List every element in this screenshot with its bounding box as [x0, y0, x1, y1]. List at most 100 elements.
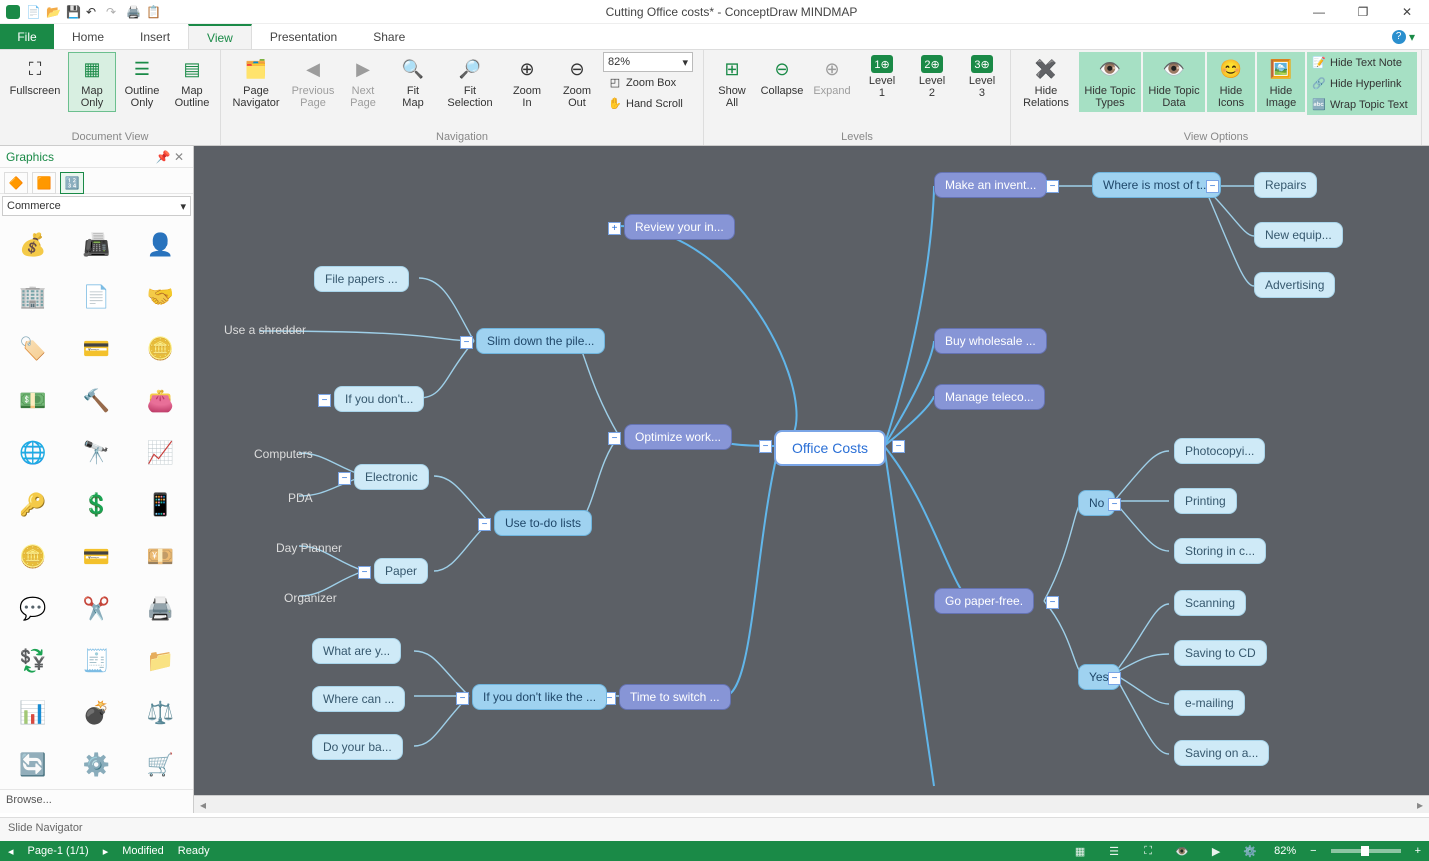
prev-page-icon[interactable]: ◂ [8, 845, 14, 858]
graphics-item[interactable]: 🖨️ [131, 586, 189, 632]
topic-scanning[interactable]: Scanning [1174, 590, 1246, 616]
hide-topic-types-button[interactable]: 👁️Hide Topic Types [1079, 52, 1141, 112]
horizontal-scrollbar[interactable]: ◂▸ [194, 795, 1429, 813]
topic-slim_down[interactable]: Slim down the pile... [476, 328, 605, 354]
toggle-icon[interactable]: − [1108, 498, 1121, 511]
topic-optimize[interactable]: Optimize work... [624, 424, 732, 450]
status-icon[interactable]: ▦ [1070, 845, 1090, 858]
graphics-item[interactable]: 💲 [68, 482, 126, 528]
topic-new_equip[interactable]: New equip... [1254, 222, 1343, 248]
zoom-box-button[interactable]: ◰Zoom Box [603, 72, 699, 93]
toggle-icon[interactable]: − [460, 336, 473, 349]
graphics-item[interactable]: ✂️ [68, 586, 126, 632]
graphics-item[interactable]: 💣 [68, 690, 126, 736]
graphics-item[interactable]: 👛 [131, 378, 189, 424]
paste-icon[interactable]: 📋 [146, 5, 160, 19]
topic-emailing[interactable]: e-mailing [1174, 690, 1245, 716]
graphics-item[interactable]: 💳 [68, 326, 126, 372]
topic-manage_teleco[interactable]: Manage teleco... [934, 384, 1045, 410]
tab-insert[interactable]: Insert [122, 24, 188, 49]
graphics-item[interactable]: 🏢 [4, 274, 62, 320]
topic-printing[interactable]: Printing [1174, 488, 1237, 514]
page-navigator-button[interactable]: 🗂️Page Navigator [225, 52, 287, 112]
topic-advertising[interactable]: Advertising [1254, 272, 1335, 298]
slide-navigator-bar[interactable]: Slide Navigator [0, 817, 1429, 841]
toggle-icon[interactable]: − [759, 440, 772, 453]
level1-button[interactable]: 1⊕Level 1 [858, 52, 906, 102]
fullscreen-button[interactable]: ⛶Fullscreen [4, 52, 66, 100]
graphics-item[interactable]: 🌐 [4, 430, 62, 476]
graphics-item[interactable]: 📠 [68, 222, 126, 268]
open-icon[interactable]: 📂 [46, 5, 60, 19]
topic-what_are[interactable]: What are y... [312, 638, 401, 664]
hide-hyperlink-button[interactable]: 🔗Hide Hyperlink [1307, 73, 1417, 94]
topic-center[interactable]: Office Costs [774, 430, 886, 466]
topic-day_planner[interactable]: Day Planner [266, 536, 352, 560]
close-button[interactable]: ✕ [1385, 0, 1429, 24]
map-only-button[interactable]: ▦Map Only [68, 52, 116, 112]
graphics-item[interactable]: 💵 [4, 378, 62, 424]
topic-paper[interactable]: Paper [374, 558, 428, 584]
wrap-topic-text-button[interactable]: 🔤Wrap Topic Text [1307, 94, 1417, 115]
toggle-icon[interactable]: − [608, 432, 621, 445]
tab-share[interactable]: Share [355, 24, 423, 49]
status-icon[interactable]: ⛶ [1138, 845, 1158, 858]
graphics-item[interactable]: 🏷️ [4, 326, 62, 372]
topic-photocopy[interactable]: Photocopyi... [1174, 438, 1265, 464]
topic-saving_on[interactable]: Saving on a... [1174, 740, 1269, 766]
toggle-icon[interactable]: − [1046, 596, 1059, 609]
help-icon[interactable]: ? ▾ [1378, 24, 1429, 49]
topic-if_you_dont_like[interactable]: If you don't like the ... [472, 684, 607, 710]
topic-where_can[interactable]: Where can ... [312, 686, 405, 712]
hide-text-note-button[interactable]: 📝Hide Text Note [1307, 52, 1417, 73]
topic-where_most[interactable]: Where is most of t... [1092, 172, 1221, 198]
topic-storing[interactable]: Storing in c... [1174, 538, 1266, 564]
next-page-icon[interactable]: ▸ [103, 845, 109, 858]
close-panel-icon[interactable]: ✕ [171, 150, 187, 164]
undo-icon[interactable]: ↶ [86, 5, 100, 19]
panel-tab-3[interactable]: 🔢 [60, 172, 84, 194]
graphics-item[interactable]: 📱 [131, 482, 189, 528]
panel-tab-2[interactable]: 🟧 [32, 172, 56, 194]
outline-only-button[interactable]: ☰Outline Only [118, 52, 166, 112]
topic-time_to_switch[interactable]: Time to switch ... [619, 684, 731, 710]
graphics-item[interactable]: ⚖️ [131, 690, 189, 736]
new-icon[interactable]: 📄 [26, 5, 40, 19]
fit-map-button[interactable]: 🔍Fit Map [389, 52, 437, 112]
graphics-item[interactable]: 💳 [68, 534, 126, 580]
collapse-button[interactable]: ⊖Collapse [758, 52, 806, 100]
toggle-icon[interactable]: − [892, 440, 905, 453]
toggle-icon[interactable]: − [338, 472, 351, 485]
status-icon[interactable]: ⚙️ [1240, 845, 1260, 858]
map-outline-button[interactable]: ▤Map Outline [168, 52, 216, 112]
file-tab[interactable]: File [0, 24, 54, 49]
hide-image-button[interactable]: 🖼️Hide Image [1257, 52, 1305, 112]
graphics-item[interactable]: 🧾 [68, 638, 126, 684]
toggle-icon[interactable]: − [1046, 180, 1059, 193]
graphics-item[interactable]: 👤 [131, 222, 189, 268]
graphics-item[interactable]: 🪙 [4, 534, 62, 580]
toggle-icon[interactable]: − [478, 518, 491, 531]
graphics-item[interactable]: 🛒 [131, 742, 189, 788]
toggle-icon[interactable]: − [318, 394, 331, 407]
level2-button[interactable]: 2⊕Level 2 [908, 52, 956, 102]
hide-icons-button[interactable]: 😊Hide Icons [1207, 52, 1255, 112]
graphics-item[interactable]: 🤝 [131, 274, 189, 320]
topic-pda[interactable]: PDA [278, 486, 323, 510]
print-icon[interactable]: 🖨️ [126, 5, 140, 19]
fit-selection-button[interactable]: 🔎Fit Selection [439, 52, 501, 112]
graphics-item[interactable]: 📈 [131, 430, 189, 476]
zoom-out-button[interactable]: ⊖Zoom Out [553, 52, 601, 112]
hand-scroll-button[interactable]: ✋Hand Scroll [603, 93, 699, 114]
toggle-icon[interactable]: − [1206, 180, 1219, 193]
status-icon[interactable]: ☰ [1104, 845, 1124, 858]
toggle-icon[interactable]: − [456, 692, 469, 705]
topic-file_papers[interactable]: File papers ... [314, 266, 409, 292]
topic-computers[interactable]: Computers [244, 442, 323, 466]
graphics-item[interactable]: 💰 [4, 222, 62, 268]
toggle-icon[interactable]: − [358, 566, 371, 579]
toggle-icon[interactable]: + [608, 222, 621, 235]
graphics-item[interactable]: 💱 [4, 638, 62, 684]
zoom-out-icon[interactable]: − [1310, 845, 1316, 857]
hide-relations-button[interactable]: ✖️Hide Relations [1015, 52, 1077, 112]
